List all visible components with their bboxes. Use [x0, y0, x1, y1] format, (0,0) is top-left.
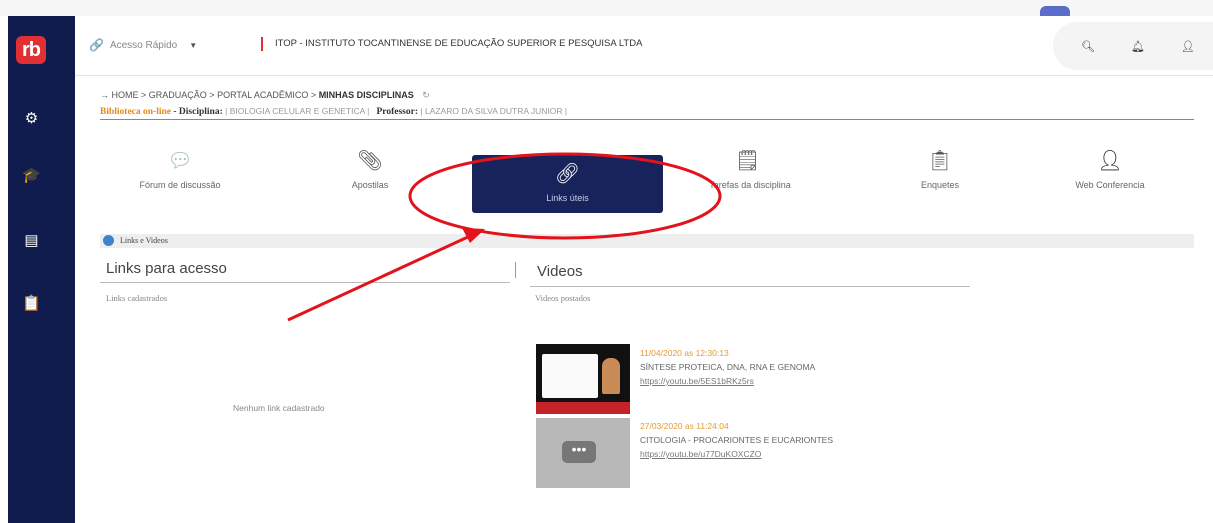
user-icon[interactable]: 👤︎	[1181, 40, 1195, 53]
gears-icon[interactable]: ⚙	[8, 109, 55, 127]
globe-icon	[103, 235, 114, 246]
profile-pill	[1040, 6, 1070, 16]
quick-access-label: Acesso Rápido	[109, 39, 178, 51]
task-icon: 🗒︎	[735, 150, 761, 172]
tab-tarefas[interactable]: 🗒︎ Tarefas da disciplina	[685, 148, 815, 208]
institution-name: ITOP - INSTITUTO TOCANTINENSE DE EDUCAÇÃ…	[261, 37, 642, 51]
link-icon: 🔗	[89, 38, 104, 52]
video-title: CITOLOGIA - PROCARIONTES E EUCARIONTES	[640, 435, 834, 445]
paperclip-icon: 📎︎	[357, 150, 383, 172]
breadcrumb-home[interactable]: HOME	[112, 90, 139, 100]
tab-forum[interactable]: 💬︎ Fórum de discussão	[120, 148, 240, 208]
quick-access-menu[interactable]: 🔗 Acesso Rápido ▼	[89, 38, 197, 52]
discipline-value: BIOLOGIA CELULAR E GENETICA	[229, 106, 365, 116]
breadcrumb-current: MINHAS DISCIPLINAS	[318, 90, 414, 100]
links-rule	[100, 282, 510, 283]
tab-apostilas[interactable]: 📎︎ Apostilas	[320, 150, 420, 228]
tab-label: Tarefas da disciplina	[709, 180, 791, 190]
refresh-icon[interactable]: ↻	[422, 90, 430, 100]
top-header: 🔗 Acesso Rápido ▼ ITOP - INSTITUTO TOCAN…	[75, 16, 1213, 76]
video-thumbnail[interactable]	[536, 344, 630, 414]
links-title: Links para acesso	[106, 260, 227, 277]
app-logo[interactable]: rb	[16, 36, 46, 64]
tab-label: Web Conferencia	[1075, 180, 1145, 190]
book-icon[interactable]: ▤	[8, 231, 55, 249]
video-link[interactable]: https://youtu.be/u77DuKOXCZO	[640, 447, 840, 461]
browser-top-strip	[0, 0, 1213, 16]
links-subtitle: Links cadastrados	[106, 293, 168, 303]
more-icon: •••	[562, 441, 596, 463]
breadcrumb-portal[interactable]: PORTAL ACADÊMICO	[217, 90, 308, 100]
clipboard-list-icon: 📋︎	[927, 150, 953, 172]
tab-label: Fórum de discussão	[139, 180, 221, 190]
bell-icon[interactable]: 🔔︎	[1131, 40, 1145, 53]
video-thumbnail[interactable]: •••	[536, 418, 630, 488]
clipboard-icon[interactable]: 📋	[8, 294, 55, 312]
sidebar: rb ⚙ 🎓 ▤ 📋	[8, 16, 75, 523]
chevron-down-icon: ▼	[189, 40, 198, 50]
video-date: 11/04/2020 as 12:30:13	[640, 348, 729, 358]
tab-links-uteis[interactable]: 🔗︎ Links úteis	[472, 155, 663, 213]
video-info: 27/03/2020 as 11:24:04 CITOLOGIA - PROCA…	[640, 419, 840, 461]
video-info: 11/04/2020 as 12:30:13 SÍNTESE PROTEICA,…	[640, 346, 815, 388]
presenter-icon: 👤︎	[1097, 150, 1123, 172]
search-icon[interactable]: 🔍︎	[1081, 40, 1095, 53]
slide-preview	[542, 354, 598, 398]
videos-subtitle: Videos postados	[535, 293, 591, 303]
tab-enquetes[interactable]: 📋︎ Enquetes	[890, 148, 990, 208]
breadcrumb: → HOME > GRADUAÇÃO > PORTAL ACADÊMICO > …	[100, 90, 430, 100]
discipline-label: Disciplina:	[178, 107, 223, 117]
header-actions: 🔍︎ 🔔︎ 👤︎	[1053, 22, 1213, 70]
tab-web-conferencia[interactable]: 👤︎ Web Conferencia	[1055, 148, 1165, 208]
professor-value: LAZARO DA SILVA DUTRA JUNIOR	[424, 106, 563, 116]
discipline-line: Biblioteca on-line - Disciplina: | BIOLO…	[100, 106, 1194, 120]
video-bar	[536, 402, 630, 414]
tab-label: Apostilas	[351, 180, 389, 190]
tab-label: Links úteis	[546, 193, 589, 203]
annotation-arrow	[287, 234, 471, 322]
professor-label: Professor:	[376, 107, 418, 117]
graduation-cap-icon[interactable]: 🎓	[8, 166, 55, 184]
video-date: 27/03/2020 as 11:24:04	[640, 421, 729, 431]
tab-label: Enquetes	[920, 180, 960, 190]
videos-rule	[530, 286, 970, 287]
video-title: SÍNTESE PROTEICA, DNA, RNA E GENOMA	[640, 362, 816, 372]
discipline-tabs: 💬︎ Fórum de discussão 📎︎ Apostilas 🔗︎ Li…	[100, 148, 1194, 218]
breadcrumb-graduacao[interactable]: GRADUAÇÃO	[149, 90, 207, 100]
presenter-figure	[602, 358, 620, 394]
panel-bar-title: Links e Videos	[120, 236, 168, 245]
column-separator	[515, 262, 516, 278]
library-link[interactable]: Biblioteca on-line	[100, 107, 171, 117]
video-link[interactable]: https://youtu.be/5ES1bRKz5rs	[640, 374, 815, 388]
no-links-message: Nenhum link cadastrado	[233, 403, 325, 413]
videos-title: Videos	[537, 263, 583, 280]
chat-bubble-icon: 💬︎	[167, 150, 193, 172]
links-videos-bar: Links e Videos	[100, 234, 1194, 248]
link-icon: 🔗︎	[554, 163, 581, 185]
